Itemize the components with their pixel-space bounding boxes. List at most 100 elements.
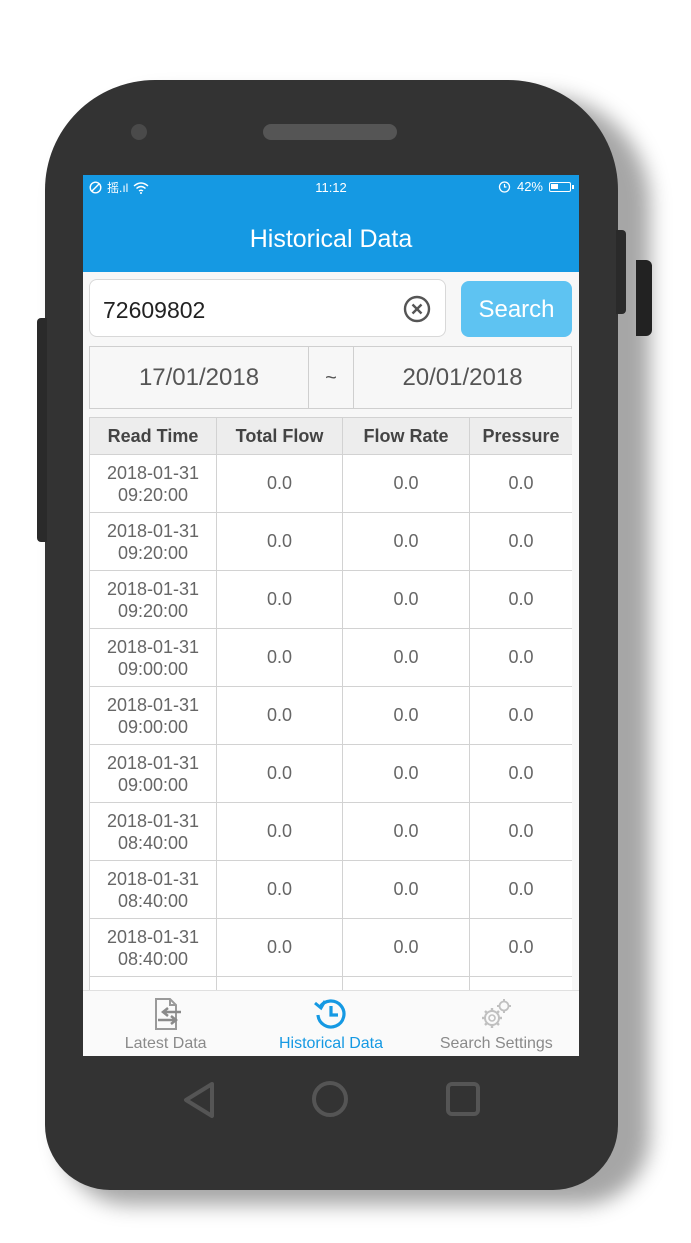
total-flow-cell: 0.0 bbox=[216, 512, 343, 571]
flow-rate-cell: 0.0 bbox=[342, 744, 470, 803]
app-screen: 摇.ıl 11:12 42% Historical Data 72609802 … bbox=[83, 175, 579, 1056]
clear-icon[interactable] bbox=[403, 295, 431, 323]
flow-rate-cell: 0.0 bbox=[342, 918, 470, 977]
read-clock-time: 09:20:00 bbox=[117, 484, 189, 505]
pressure-cell: 0.0 bbox=[469, 512, 572, 571]
table-row[interactable]: 2018-01-31 09:00:00 0.0 0.0 0.0 bbox=[89, 686, 572, 745]
total-flow-cell: 0.0 bbox=[216, 570, 343, 629]
table-row[interactable]: 2018-01-31 09:20:00 0.0 0.0 0.0 bbox=[89, 454, 572, 513]
start-date-field[interactable]: 17/01/2018 bbox=[90, 347, 309, 408]
volume-button bbox=[37, 318, 47, 542]
table-header-row: Read Time Total Flow Flow Rate Pressure bbox=[89, 417, 572, 455]
table-row[interactable]: 2018-01-31 08:40:00 0.0 0.0 0.0 bbox=[89, 918, 572, 977]
total-flow-cell: 0.0 bbox=[216, 918, 343, 977]
status-bar: 摇.ıl 11:12 42% bbox=[83, 175, 579, 200]
pressure-cell: 0.0 bbox=[469, 628, 572, 687]
pressure-cell: 0.0 bbox=[469, 454, 572, 513]
total-flow-cell: 0.0 bbox=[216, 454, 343, 513]
bottom-tab-bar: Latest Data Historical Data Search Setti… bbox=[83, 990, 579, 1056]
search-row: 72609802 Search bbox=[89, 279, 573, 339]
column-header-pressure: Pressure bbox=[469, 417, 572, 455]
read-clock-time: 08:40:00 bbox=[117, 832, 189, 853]
read-time-cell: 2018-01-31 09:00:00 bbox=[89, 744, 217, 803]
table-row[interactable]: 2018-01-31 09:20:00 0.0 0.0 0.0 bbox=[89, 570, 572, 629]
read-clock-time: 09:00:00 bbox=[117, 774, 189, 795]
front-camera bbox=[131, 124, 147, 140]
latest-data-icon bbox=[154, 998, 181, 1030]
read-date: 2018-01-31 bbox=[106, 868, 200, 889]
column-header-read-time: Read Time bbox=[89, 417, 217, 455]
column-header-flow-rate: Flow Rate bbox=[342, 417, 470, 455]
pressure-cell: 0.0 bbox=[469, 570, 572, 629]
flow-rate-cell bbox=[342, 976, 470, 990]
read-date: 2018-01-31 bbox=[106, 520, 200, 541]
read-date: 2018-01-31 bbox=[106, 636, 200, 657]
flow-rate-cell: 0.0 bbox=[342, 454, 470, 513]
pressure-cell: 0.0 bbox=[469, 744, 572, 803]
battery-percent: 42% bbox=[516, 179, 543, 194]
phone-side-shadow bbox=[636, 260, 652, 336]
total-flow-cell: 0.0 bbox=[216, 860, 343, 919]
tab-historical-data[interactable]: Historical Data bbox=[248, 991, 413, 1056]
read-time-cell: 2018-01-31 09:20:00 bbox=[89, 570, 217, 629]
column-header-total-flow: Total Flow bbox=[216, 417, 343, 455]
read-time-cell: 2018-01-31 09:00:00 bbox=[89, 628, 217, 687]
tab-label: Latest Data bbox=[124, 1035, 207, 1052]
total-flow-cell bbox=[216, 976, 343, 990]
table-row[interactable]: 2018-01-31 09:00:00 0.0 0.0 0.0 bbox=[89, 744, 572, 803]
power-button bbox=[616, 230, 626, 314]
read-date: 2018-01-31 bbox=[106, 926, 200, 947]
history-table: Read Time Total Flow Flow Rate Pressure … bbox=[89, 417, 572, 990]
flow-rate-cell: 0.0 bbox=[342, 686, 470, 745]
read-clock-time: 09:20:00 bbox=[117, 600, 189, 621]
pressure-cell: 0.0 bbox=[469, 686, 572, 745]
read-date: 2018-01-31 bbox=[106, 752, 200, 773]
read-time-cell: 2018-01-31 09:20:00 bbox=[89, 454, 217, 513]
read-date: 2018-01-31 bbox=[106, 694, 200, 715]
app-title-bar: Historical Data bbox=[83, 200, 579, 272]
back-nav-icon[interactable] bbox=[180, 1080, 218, 1120]
pressure-cell: 0.0 bbox=[469, 860, 572, 919]
earpiece-speaker bbox=[263, 124, 397, 140]
table-row[interactable]: 2018-01-31 08:40:00 0.0 0.0 0.0 bbox=[89, 860, 572, 919]
flow-rate-cell: 0.0 bbox=[342, 802, 470, 861]
history-icon bbox=[314, 999, 346, 1029]
flow-rate-cell: 0.0 bbox=[342, 512, 470, 571]
page-title: Historical Data bbox=[249, 225, 413, 253]
flow-rate-cell: 0.0 bbox=[342, 860, 470, 919]
search-button[interactable]: Search bbox=[461, 281, 572, 337]
read-time-cell: 2018-01-31 08:40:00 bbox=[89, 860, 217, 919]
recents-nav-icon[interactable] bbox=[446, 1082, 480, 1116]
total-flow-cell: 0.0 bbox=[216, 744, 343, 803]
gear-icon bbox=[482, 999, 512, 1028]
table-row[interactable] bbox=[89, 976, 572, 990]
battery-icon bbox=[549, 181, 574, 192]
tab-search-settings[interactable]: Search Settings bbox=[414, 991, 579, 1056]
read-clock-time: 09:00:00 bbox=[117, 658, 189, 679]
tab-label: Historical Data bbox=[278, 1035, 383, 1052]
read-date: 2018-01-31 bbox=[106, 810, 200, 831]
flow-rate-cell: 0.0 bbox=[342, 628, 470, 687]
pressure-cell: 0.0 bbox=[469, 802, 572, 861]
tab-label: Search Settings bbox=[439, 1035, 553, 1052]
read-time-cell: 2018-01-31 08:40:00 bbox=[89, 918, 217, 977]
table-row[interactable]: 2018-01-31 08:40:00 0.0 0.0 0.0 bbox=[89, 802, 572, 861]
table-row[interactable]: 2018-01-31 09:20:00 0.0 0.0 0.0 bbox=[89, 512, 572, 571]
meter-id-input[interactable]: 72609802 bbox=[89, 279, 446, 337]
read-clock-time: 08:40:00 bbox=[117, 890, 189, 911]
home-nav-icon[interactable] bbox=[312, 1081, 348, 1117]
table-row[interactable]: 2018-01-31 09:00:00 0.0 0.0 0.0 bbox=[89, 628, 572, 687]
read-date: 2018-01-31 bbox=[106, 462, 200, 483]
date-separator: ~ bbox=[309, 347, 354, 408]
alarm-icon bbox=[498, 181, 511, 193]
end-date-field[interactable]: 20/01/2018 bbox=[354, 347, 571, 408]
read-time-cell: 2018-01-31 08:40:00 bbox=[89, 802, 217, 861]
read-time-cell: 2018-01-31 09:20:00 bbox=[89, 512, 217, 571]
read-time-cell bbox=[89, 976, 217, 990]
tab-latest-data[interactable]: Latest Data bbox=[83, 991, 248, 1056]
read-time-cell: 2018-01-31 09:00:00 bbox=[89, 686, 217, 745]
date-range: 17/01/2018 ~ 20/01/2018 bbox=[89, 346, 572, 409]
history-table-scroll[interactable]: Read Time Total Flow Flow Rate Pressure … bbox=[89, 417, 572, 990]
read-clock-time: 09:20:00 bbox=[117, 542, 189, 563]
flow-rate-cell: 0.0 bbox=[342, 570, 470, 629]
